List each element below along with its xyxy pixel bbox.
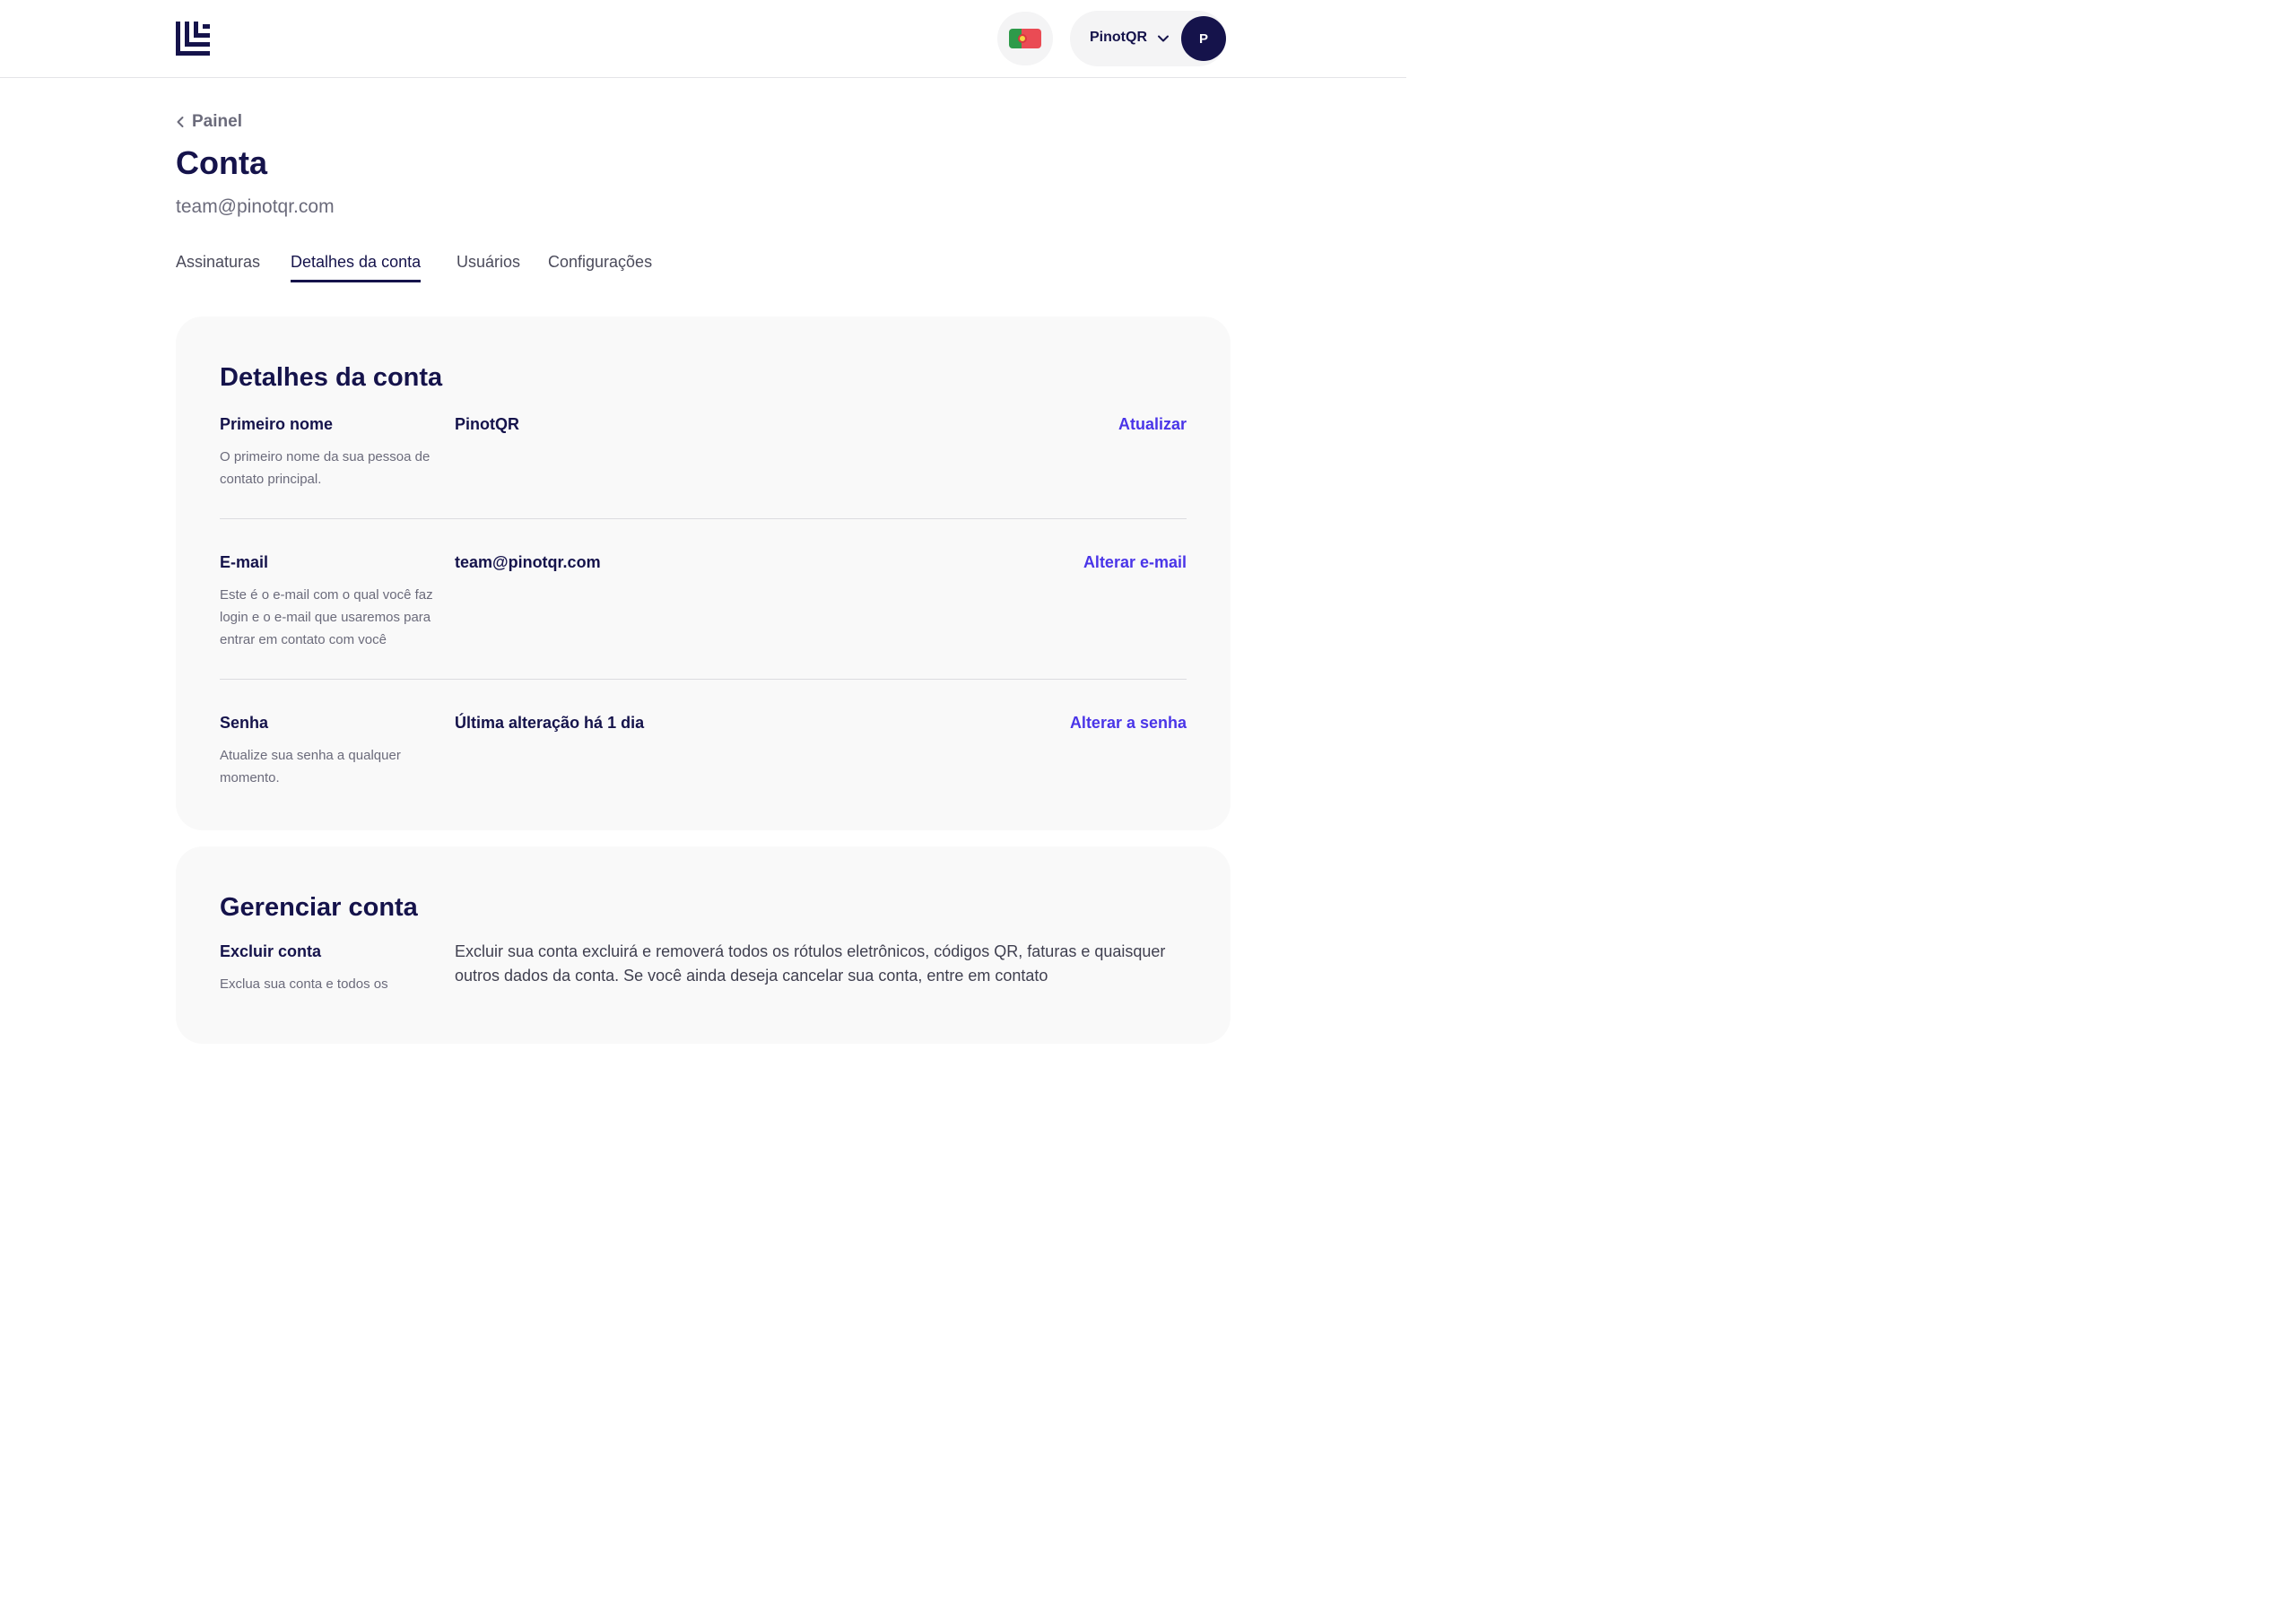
tab-usuarios[interactable]: Usuários: [457, 253, 520, 282]
tab-assinaturas[interactable]: Assinaturas: [176, 253, 260, 282]
breadcrumb[interactable]: Painel: [176, 112, 242, 132]
change-password-link[interactable]: Alterar a senha: [1070, 714, 1187, 733]
card-title: Gerenciar conta: [220, 893, 418, 922]
first-name-value: PinotQR: [455, 415, 519, 433]
app-logo-icon[interactable]: [176, 22, 210, 56]
top-bar: PinotQR P: [0, 0, 1406, 78]
user-name: PinotQR: [1090, 30, 1147, 45]
divider: [220, 679, 1187, 680]
card-title: Detalhes da conta: [220, 363, 443, 392]
delete-account-warning: Excluir sua conta excluirá e removerá to…: [455, 942, 1166, 985]
email-description: Este é o e-mail com o qual você faz logi…: [220, 587, 433, 647]
divider: [220, 518, 1187, 519]
change-email-link[interactable]: Alterar e-mail: [1083, 553, 1187, 572]
email-label: E-mail: [220, 553, 269, 571]
tab-configuracoes[interactable]: Configurações: [548, 253, 652, 282]
email-value: team@pinotqr.com: [455, 553, 601, 571]
password-last-changed: Última alteração há 1 dia: [455, 714, 645, 732]
page-title: Conta: [176, 144, 267, 181]
password-label: Senha: [220, 714, 269, 732]
account-details-card: Detalhes da conta Primeiro nome O primei…: [176, 317, 1231, 830]
delete-account-label: Excluir conta: [220, 942, 322, 960]
first-name-description: O primeiro nome da sua pessoa de contato…: [220, 449, 430, 487]
language-selector-button[interactable]: [997, 12, 1053, 65]
password-description: Atualize sua senha a qualquer momento.: [220, 748, 401, 785]
avatar: P: [1181, 16, 1226, 61]
tab-detalhes-da-conta[interactable]: Detalhes da conta: [291, 253, 422, 282]
chevron-down-icon: [1158, 35, 1169, 42]
delete-account-description: Exclua sua conta e todos os: [220, 976, 388, 992]
first-name-label: Primeiro nome: [220, 415, 334, 433]
breadcrumb-label: Painel: [192, 112, 242, 131]
portugal-flag-icon: [1009, 29, 1041, 48]
page-subtitle-email: team@pinotqr.com: [176, 196, 335, 217]
user-menu-button[interactable]: PinotQR P: [1070, 11, 1226, 66]
chevron-left-icon: [177, 117, 184, 127]
update-name-link[interactable]: Atualizar: [1118, 415, 1187, 434]
manage-account-card: Gerenciar conta Excluir conta Exclua sua…: [176, 846, 1231, 1044]
